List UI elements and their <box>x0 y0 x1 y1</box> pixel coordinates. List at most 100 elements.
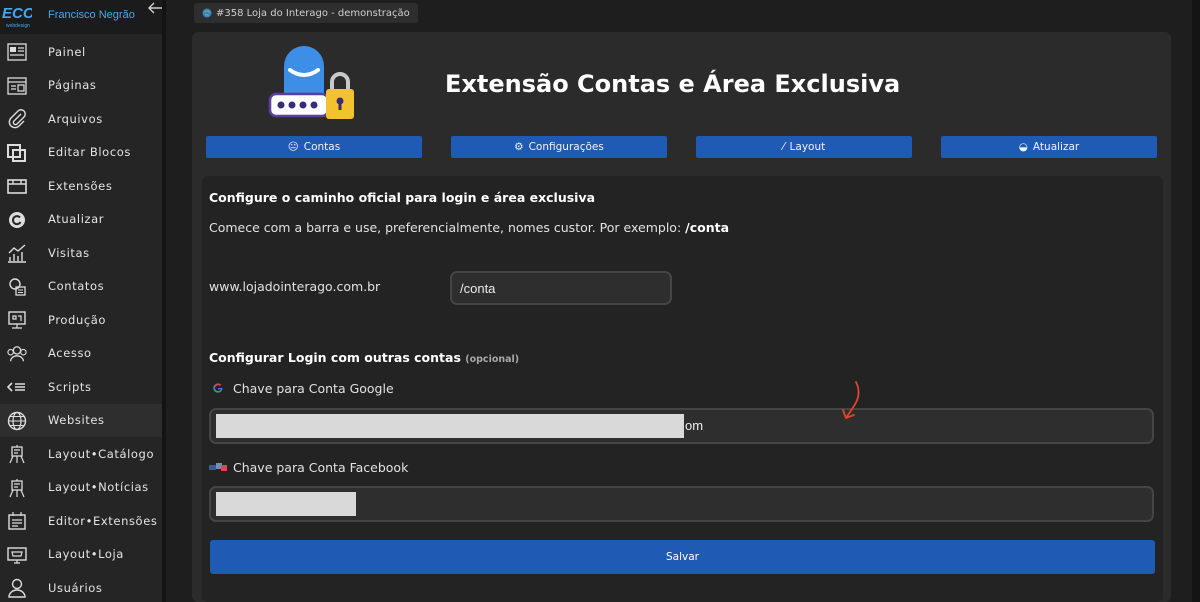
sidebar-item-paginas[interactable]: Páginas <box>0 69 162 103</box>
page-title: Extensão Contas e Área Exclusiva <box>445 70 901 98</box>
sidebar-item-arquivos[interactable]: Arquivos <box>0 102 162 136</box>
gear-icon: ⚙ <box>514 141 524 153</box>
tab-configuracoes[interactable]: ⚙ Configurações <box>451 136 667 158</box>
sidebar-item-painel[interactable]: Painel <box>0 35 162 69</box>
sidebar-item-editor-extensoes[interactable]: Editor•Extensões <box>0 504 162 538</box>
google-key-input[interactable]: om <box>209 408 1154 444</box>
domain-label: www.lojadointerago.com.br <box>209 279 381 294</box>
smiley-icon: 😐 <box>287 141 299 153</box>
globe-icon <box>202 8 212 18</box>
user-name[interactable]: Francisco Negrão <box>48 9 135 21</box>
tab-label: Atualizar <box>1032 141 1080 153</box>
stats-icon <box>7 243 27 263</box>
google-icon <box>209 381 227 395</box>
sidebar-item-label: Editar Blocos <box>48 145 131 160</box>
project-breadcrumb[interactable]: #358 Loja do Interago - demonstração <box>194 3 418 23</box>
svg-text:ECO: ECO <box>2 5 32 22</box>
blocks-icon <box>7 143 27 163</box>
scripts-icon <box>7 377 27 397</box>
tab-label: Layout <box>789 141 826 153</box>
sidebar-item-acesso[interactable]: Acesso <box>0 337 162 371</box>
sidebar-item-websites[interactable]: Websites <box>0 403 162 437</box>
production-icon <box>7 310 27 330</box>
facebook-key-label: Chave para Conta Facebook <box>209 460 408 475</box>
sidebar-item-label: Extensões <box>48 178 113 193</box>
svg-text:webdesign: webdesign <box>6 23 30 29</box>
sidebar-item-label: Visitas <box>48 245 90 260</box>
sidebar-item-label: Páginas <box>48 78 97 93</box>
tab-atualizar[interactable]: ◒ Atualizar <box>941 136 1157 158</box>
social-heading-text: Configurar Login com outras contas <box>209 350 461 365</box>
tab-label: Configurações <box>528 141 604 153</box>
sidebar-item-layout-loja[interactable]: Layout•Loja <box>0 538 162 572</box>
google-key-label: Chave para Conta Google <box>209 381 394 396</box>
sidebar-item-visitas[interactable]: Visitas <box>0 236 162 270</box>
sidebar-item-label: Editor•Extensões <box>48 513 158 528</box>
sidebar-item-scripts[interactable]: Scripts <box>0 370 162 404</box>
brush-icon: ⁄ <box>782 141 785 153</box>
description-text: Comece com a barra e use, preferencialme… <box>209 220 686 235</box>
sidebar-nav: Painel Páginas Arquivos Editar Blocos Ex… <box>0 35 162 602</box>
login-path-input[interactable] <box>450 271 672 305</box>
sidebar-item-label: Usuários <box>48 580 103 595</box>
refresh-icon <box>7 210 27 230</box>
card-heading: Configure o caminho oficial para login e… <box>209 190 596 205</box>
sidebar-item-label: Atualizar <box>48 212 105 227</box>
annotation-arrow-icon <box>842 381 860 420</box>
facebook-key-input[interactable] <box>209 486 1154 522</box>
sidebar-item-label: Layout•Notícias <box>48 480 149 495</box>
sidebar-item-label: Scripts <box>48 379 92 394</box>
facebook-label-text: Chave para Conta Facebook <box>233 460 409 475</box>
pages-icon <box>7 76 27 96</box>
sidebar: ECO webdesign Francisco Negrão Painel Pá… <box>0 0 162 602</box>
facebook-icon <box>209 460 227 474</box>
sidebar-item-label: Layout•Catálogo <box>48 446 155 461</box>
sidebar-item-usuarios[interactable]: Usuários <box>0 571 162 602</box>
tab-contas[interactable]: 😐 Contas <box>206 136 422 158</box>
redacted-value <box>216 492 356 516</box>
sidebar-item-producao[interactable]: Produção <box>0 303 162 337</box>
sidebar-item-label: Acesso <box>48 346 92 361</box>
user-icon <box>7 578 27 598</box>
editor-icon <box>7 511 27 531</box>
google-label-text: Chave para Conta Google <box>233 381 394 396</box>
app-window: ECO webdesign Francisco Negrão Painel Pá… <box>0 0 1200 602</box>
easel-icon <box>7 444 27 464</box>
sidebar-item-editar-blocos[interactable]: Editar Blocos <box>0 136 162 170</box>
card-description: Comece com a barra e use, preferencialme… <box>209 220 729 235</box>
store-icon <box>7 545 27 565</box>
sidebar-divider <box>162 0 166 602</box>
sidebar-item-contatos[interactable]: Contatos <box>0 270 162 304</box>
sidebar-item-label: Websites <box>48 413 105 428</box>
sidebar-item-atualizar[interactable]: Atualizar <box>0 203 162 237</box>
sidebar-header: ECO webdesign Francisco Negrão <box>0 0 162 34</box>
google-key-value-tail: om <box>685 418 704 433</box>
sidebar-item-label: Produção <box>48 312 107 327</box>
eco-logo-icon: ECO webdesign <box>2 5 32 29</box>
project-name: #358 Loja do Interago - demonstração <box>216 7 410 19</box>
tab-layout[interactable]: ⁄ Layout <box>696 136 912 158</box>
account-lock-icon <box>268 46 354 119</box>
optional-tag: (opcional) <box>465 354 520 365</box>
sidebar-item-extensoes[interactable]: Extensões <box>0 169 162 203</box>
sidebar-item-label: Layout•Loja <box>48 547 124 562</box>
tab-bar: 😐 Contas ⚙ Configurações ⁄ Layout ◒ Atua… <box>206 136 1157 158</box>
paperclip-icon <box>7 109 27 129</box>
tab-label: Contas <box>303 141 341 153</box>
sidebar-item-layout-noticias[interactable]: Layout•Notícias <box>0 471 162 505</box>
globe-icon: ◒ <box>1018 141 1028 153</box>
globe-icon <box>7 411 27 431</box>
scrollbar-track[interactable] <box>1192 0 1200 602</box>
extensions-icon <box>7 176 27 196</box>
sidebar-item-layout-catalogo[interactable]: Layout•Catálogo <box>0 437 162 471</box>
dashboard-icon <box>7 42 27 62</box>
main-panel: Extensão Contas e Área Exclusiva 😐 Conta… <box>192 32 1171 602</box>
sidebar-item-label: Contatos <box>48 279 105 294</box>
contacts-icon <box>7 277 27 297</box>
description-example: /conta <box>685 220 730 235</box>
social-login-heading: Configurar Login com outras contas (opci… <box>209 350 519 365</box>
easel-icon <box>7 478 27 498</box>
save-button[interactable]: Salvar <box>210 540 1155 574</box>
accounts-config-card: Configure o caminho oficial para login e… <box>202 176 1163 602</box>
sidebar-item-label: Painel <box>48 44 86 59</box>
